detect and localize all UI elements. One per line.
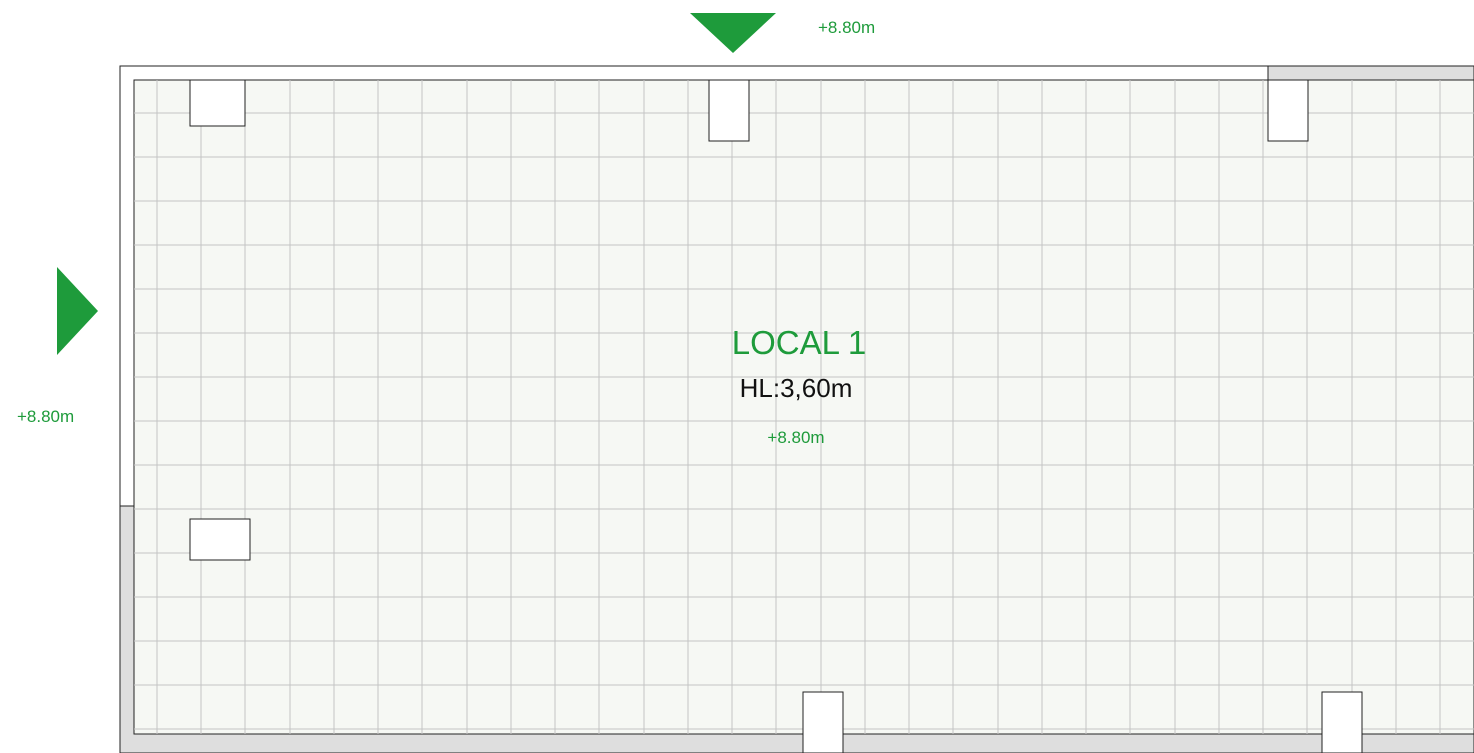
room-name: LOCAL 1 [732,324,867,361]
top-level-label: +8.80m [818,18,875,37]
column-bottom-center [802,691,844,753]
column-top-right [1267,79,1309,142]
floor-plan: +8.80m +8.80m LOCAL 1 HL:3,60m +8.80m [17,13,1474,753]
left-level-label: +8.80m [17,407,74,426]
triangle-right-icon [57,267,98,355]
triangle-down-icon [690,13,776,53]
ceiling-height-label: HL:3,60m [740,373,853,403]
column-top-center [708,79,750,142]
upper-wall-open-segment [120,66,1268,80]
floor-level-label: +8.80m [767,428,824,447]
column-bottom-right [1321,691,1363,753]
column-top-left [189,79,246,127]
room-floor [133,79,1474,735]
column-left [189,518,251,561]
left-wall-open-segment [120,66,134,506]
